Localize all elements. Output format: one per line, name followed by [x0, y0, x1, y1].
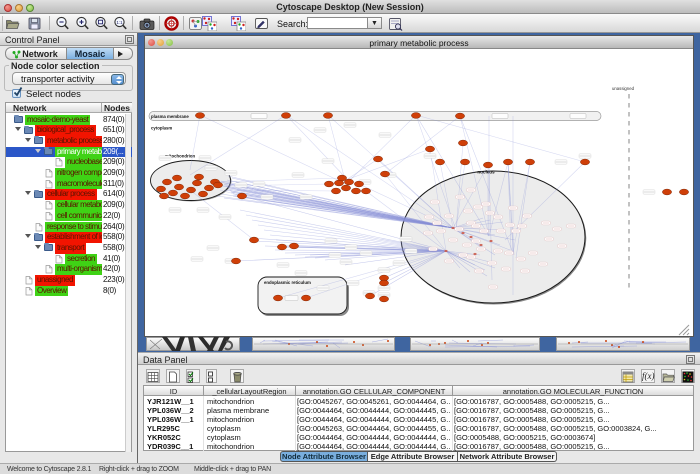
svg-text:plasma membrane: plasma membrane — [151, 113, 189, 118]
svg-text:endoplasmic reticulum: endoplasmic reticulum — [264, 279, 311, 284]
svg-text:nucleus: nucleus — [477, 169, 495, 174]
svg-text:unassigned: unassigned — [612, 86, 635, 91]
svg-text:cytoplasm: cytoplasm — [151, 125, 172, 130]
svg-text:1:1: 1:1 — [116, 20, 123, 25]
